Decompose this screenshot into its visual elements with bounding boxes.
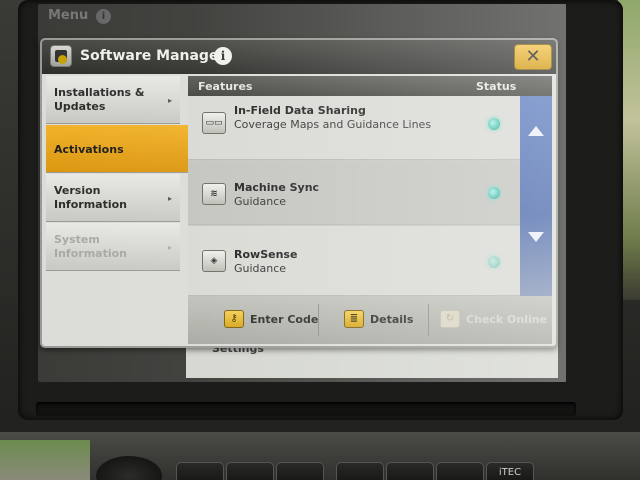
hardware-key-3[interactable] — [276, 462, 324, 480]
sidebar-item-label: Installations & Updates — [54, 86, 145, 113]
cable — [0, 440, 90, 480]
hardware-key-1[interactable] — [176, 462, 224, 480]
feature-description: Coverage Maps and Guidance Lines — [234, 118, 432, 131]
column-header-status: Status — [476, 80, 517, 93]
status-indicator — [488, 118, 500, 130]
chevron-right-icon: ▸ — [167, 194, 172, 203]
details-icon: ≣ — [344, 310, 364, 328]
software-manager-dialog: Software Manager i ✕ Installations & Upd… — [40, 38, 558, 348]
feature-description: Guidance — [234, 195, 287, 208]
sidebar-item-label: Activations — [54, 143, 124, 156]
feature-row-rowsense[interactable]: ◈ RowSense Guidance — [188, 226, 520, 296]
dialog-header: Software Manager i ✕ — [42, 40, 556, 74]
key-icon: ⚷ — [224, 310, 244, 328]
rowsense-icon: ◈ — [202, 250, 226, 272]
column-header-features: Features — [198, 80, 253, 93]
sidebar-nav: Installations & Updates ▸ Activations Ve… — [46, 76, 196, 344]
scroll-down-icon[interactable] — [528, 232, 544, 242]
bezel-slot — [36, 402, 576, 416]
check-online-button[interactable]: ↻ Check Online — [440, 302, 550, 338]
enter-code-label: Enter Code — [250, 313, 319, 326]
footer-divider — [318, 304, 319, 336]
sidebar-item-installations-updates[interactable]: Installations & Updates ▸ — [46, 76, 180, 124]
sidebar-item-label: System Information — [54, 233, 127, 260]
footer-divider — [428, 304, 429, 336]
scroll-up-icon[interactable] — [528, 126, 544, 136]
data-sharing-icon: ▭▭ — [202, 112, 226, 134]
features-table-header: Features Status — [188, 76, 552, 96]
chevron-right-icon: ▸ — [167, 243, 172, 252]
enter-code-button[interactable]: ⚷ Enter Code — [224, 302, 324, 338]
status-indicator — [488, 256, 500, 268]
background-menu-title: Menu — [48, 8, 89, 23]
hardware-key-2[interactable] — [226, 462, 274, 480]
feature-name: RowSense — [234, 248, 298, 261]
feature-row-machine-sync[interactable]: ≋ Machine Sync Guidance — [188, 161, 520, 225]
sidebar-item-system-information[interactable]: System Information ▸ — [46, 223, 180, 271]
features-footer-toolbar: ⚷ Enter Code ≣ Details ↻ Check Online — [188, 296, 552, 344]
features-list: ▭▭ In-Field Data Sharing Coverage Maps a… — [188, 96, 520, 296]
sidebar-item-activations[interactable]: Activations — [46, 125, 196, 173]
info-icon[interactable]: i — [214, 47, 232, 65]
feature-row-in-field-data-sharing[interactable]: ▭▭ In-Field Data Sharing Coverage Maps a… — [188, 96, 520, 160]
sidebar-item-version-information[interactable]: Version Information ▸ — [46, 174, 180, 222]
feature-name: Machine Sync — [234, 181, 320, 194]
hardware-key-4[interactable] — [336, 462, 384, 480]
details-label: Details — [370, 313, 414, 326]
close-button[interactable]: ✕ — [514, 44, 552, 70]
gear-icon[interactable] — [386, 462, 434, 480]
check-online-icon: ↻ — [440, 310, 460, 328]
sidebar-item-label: Version Information — [54, 184, 127, 211]
feature-description: Guidance — [234, 262, 287, 275]
check-online-label: Check Online — [466, 313, 548, 326]
close-icon: ✕ — [525, 46, 541, 67]
features-scrollbar[interactable] — [520, 96, 552, 296]
itec-button[interactable]: iTEC — [486, 462, 534, 480]
status-indicator — [488, 187, 500, 199]
features-panel: Features Status ▭▭ In-Field Data Sharing… — [188, 76, 552, 344]
feature-name: In-Field Data Sharing — [234, 104, 366, 117]
software-manager-app-icon — [50, 45, 72, 67]
dialog-title: Software Manager — [80, 48, 226, 64]
camera-key[interactable] — [436, 462, 484, 480]
chevron-right-icon: ▸ — [167, 96, 172, 105]
machine-sync-icon: ≋ — [202, 183, 226, 205]
details-button[interactable]: ≣ Details — [344, 302, 424, 338]
background-info-icon: i — [96, 9, 111, 24]
